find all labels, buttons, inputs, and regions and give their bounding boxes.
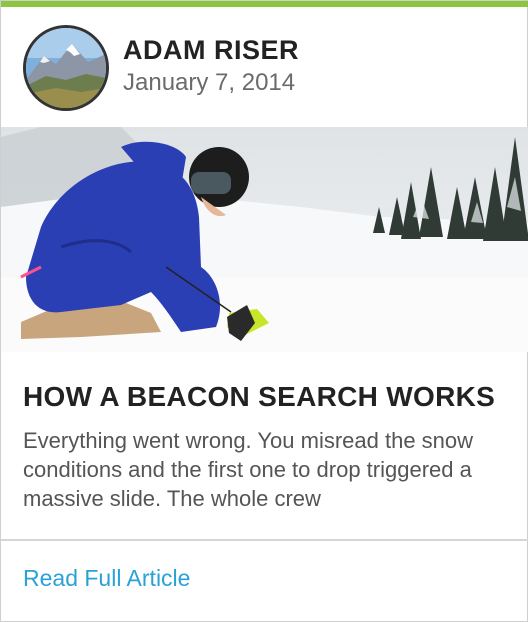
card-header: ADAM RISER January 7, 2014: [1, 7, 528, 127]
skier-beacon-photo: [1, 127, 528, 352]
mountain-avatar-image: [26, 28, 106, 108]
author-name[interactable]: ADAM RISER: [123, 35, 299, 66]
hero-image[interactable]: [1, 127, 528, 352]
article-card: ADAM RISER January 7, 2014 HOW A BEACON …: [0, 0, 528, 622]
article-excerpt: Everything went wrong. You misread the s…: [23, 428, 474, 511]
card-divider: [1, 539, 528, 541]
article-title[interactable]: HOW A BEACON SEARCH WORKS: [23, 381, 495, 413]
post-date: January 7, 2014: [123, 69, 296, 96]
avatar[interactable]: [23, 25, 109, 111]
read-full-article-link[interactable]: Read Full Article: [23, 565, 190, 592]
